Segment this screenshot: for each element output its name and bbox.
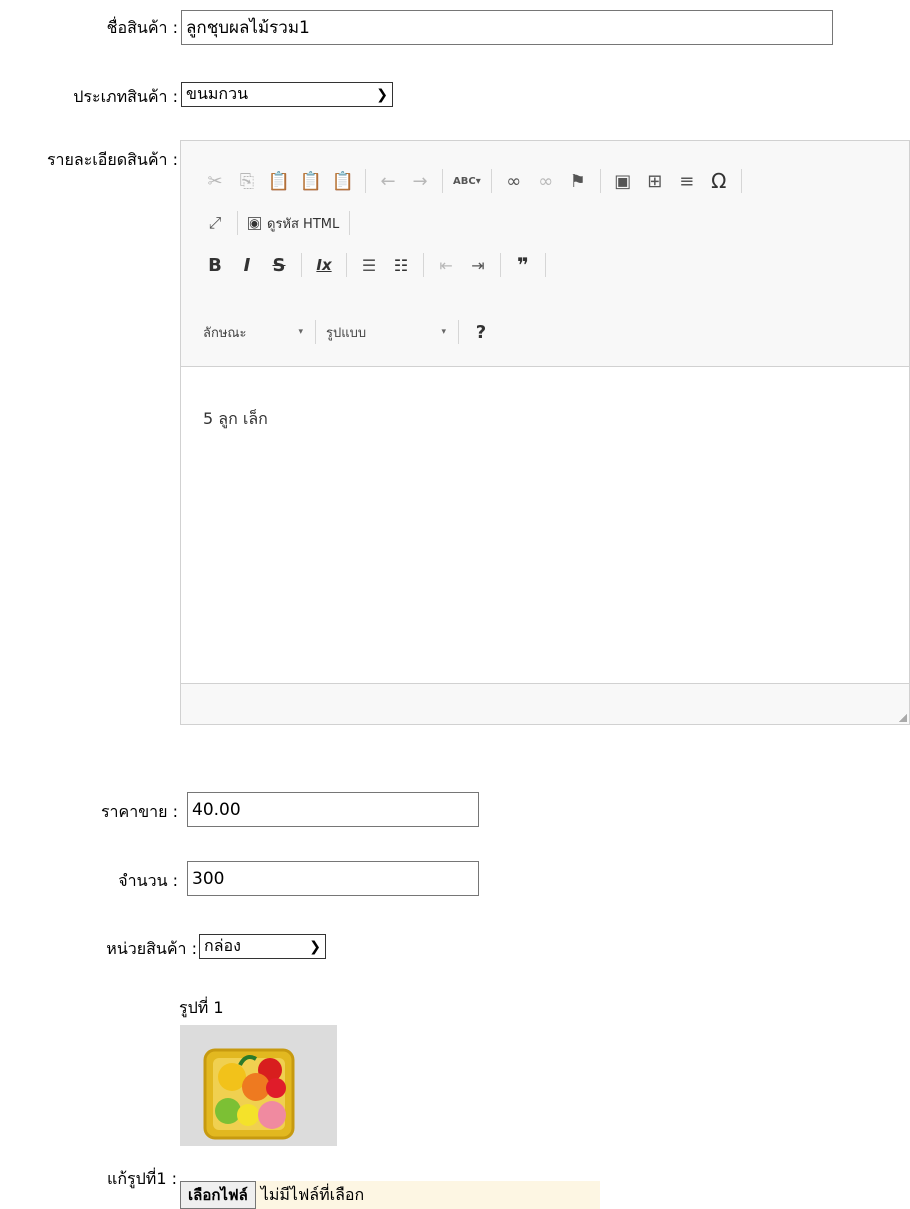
product-name-input[interactable]: ลูกชุบผลไม้รวม1 bbox=[181, 10, 833, 45]
product-image bbox=[180, 1025, 337, 1146]
bulleted-list-icon[interactable]: ☷ bbox=[389, 251, 413, 279]
indent-icon[interactable]: ⇥ bbox=[466, 251, 490, 279]
file-input[interactable]: เลือกไฟล์ ไม่มีไฟล์ที่เลือก bbox=[180, 1181, 600, 1209]
spellcheck-label: ABC bbox=[453, 175, 476, 187]
toolbar-separator bbox=[500, 253, 501, 277]
toolbar-separator bbox=[599, 169, 601, 193]
copy-icon[interactable]: ⎘ bbox=[235, 167, 259, 195]
cut-icon[interactable]: ✂ bbox=[203, 167, 227, 195]
toolbar-row-4: ลักษณะ ▾ รูปแบบ ▾ ? bbox=[203, 317, 501, 347]
view-source-button[interactable]: ◉ ดูรหัส HTML bbox=[248, 209, 339, 237]
toolbar-separator bbox=[458, 320, 459, 344]
numbered-list-icon[interactable]: ☰ bbox=[357, 251, 381, 279]
rich-text-editor: ✂ ⎘ 📋 📋 📋 ← → ABC ▾ ∞ ∞ ⚑ ▣ ⊞ ≡ Ω ⤢ ◉ ดู… bbox=[180, 140, 910, 725]
style-combo[interactable]: รูปแบบ ▾ bbox=[326, 319, 456, 345]
toolbar-separator bbox=[545, 253, 546, 277]
product-name-label: ชื่อสินค้า : bbox=[106, 18, 178, 37]
toolbar-separator bbox=[349, 211, 351, 235]
chevron-down-icon: ❯ bbox=[309, 938, 321, 955]
bold-button[interactable]: B bbox=[203, 251, 227, 279]
unit-select[interactable]: กล่อง ❯ bbox=[199, 934, 326, 959]
toolbar-separator bbox=[346, 253, 347, 277]
format-combo-label: ลักษณะ bbox=[203, 325, 247, 341]
price-label: ราคาขาย : bbox=[100, 802, 178, 821]
help-button[interactable]: ? bbox=[469, 318, 493, 346]
remove-format-button[interactable]: Ix bbox=[312, 251, 336, 279]
product-detail-label: รายละเอียดสินค้า : bbox=[46, 150, 178, 169]
editor-content-text: 5 ลูก เล็ก bbox=[203, 409, 268, 428]
edit-image-label: แก้รูปที่1 : bbox=[107, 1169, 177, 1188]
resize-handle-icon[interactable] bbox=[899, 714, 907, 722]
toolbar-separator bbox=[315, 320, 316, 344]
toolbar-separator bbox=[365, 169, 366, 193]
paste-word-icon[interactable]: 📋 bbox=[331, 167, 355, 195]
toolbar-row-1: ✂ ⎘ 📋 📋 📋 ← → ABC ▾ ∞ ∞ ⚑ ▣ ⊞ ≡ Ω bbox=[203, 166, 752, 196]
product-type-select[interactable]: ขนมกวน ❯ bbox=[181, 82, 393, 107]
horizontal-line-icon[interactable]: ≡ bbox=[675, 167, 699, 195]
fruit-basket-image bbox=[180, 1025, 337, 1146]
redo-icon[interactable]: → bbox=[408, 167, 432, 195]
undo-icon[interactable]: ← bbox=[376, 167, 400, 195]
toolbar-separator bbox=[490, 169, 492, 193]
view-source-label: ดูรหัส HTML bbox=[267, 216, 340, 232]
combo-arrow-icon: ▾ bbox=[441, 327, 446, 337]
outdent-icon[interactable]: ⇤ bbox=[434, 251, 458, 279]
toolbar-separator bbox=[237, 211, 238, 235]
italic-button[interactable]: I bbox=[235, 251, 259, 279]
image-caption: รูปที่ 1 bbox=[179, 998, 224, 1017]
paste-text-icon[interactable]: 📋 bbox=[299, 167, 323, 195]
unit-label: หน่วยสินค้า : bbox=[106, 939, 197, 958]
source-icon: ◉ bbox=[248, 216, 261, 230]
link-icon[interactable]: ∞ bbox=[502, 167, 526, 195]
toolbar-separator bbox=[301, 253, 302, 277]
product-type-value: ขนมกวน bbox=[186, 84, 249, 103]
combo-arrow-icon: ▾ bbox=[298, 327, 303, 337]
toolbar-separator bbox=[740, 169, 742, 193]
price-input[interactable]: 40.00 bbox=[187, 792, 479, 827]
maximize-icon[interactable]: ⤢ bbox=[203, 209, 227, 237]
unit-value: กล่อง bbox=[204, 936, 241, 955]
product-type-label: ประเภทสินค้า : bbox=[73, 87, 178, 106]
toolbar-separator bbox=[442, 169, 443, 193]
strikethrough-button[interactable]: S bbox=[267, 251, 291, 279]
editor-status-bar bbox=[181, 683, 909, 724]
file-status-text: ไม่มีไฟล์ที่เลือก bbox=[260, 1184, 365, 1204]
style-combo-label: รูปแบบ bbox=[326, 325, 367, 341]
editor-content-area[interactable]: 5 ลูก เล็ก bbox=[181, 367, 909, 684]
spellcheck-icon[interactable]: ABC ▾ bbox=[453, 167, 481, 195]
table-icon[interactable]: ⊞ bbox=[643, 167, 667, 195]
toolbar-row-2: ⤢ ◉ ดูรหัส HTML bbox=[203, 208, 360, 238]
paste-icon[interactable]: 📋 bbox=[267, 167, 291, 195]
quantity-label: จำนวน : bbox=[118, 871, 178, 890]
editor-toolbar: ✂ ⎘ 📋 📋 📋 ← → ABC ▾ ∞ ∞ ⚑ ▣ ⊞ ≡ Ω ⤢ ◉ ดู… bbox=[181, 141, 909, 367]
unlink-icon[interactable]: ∞ bbox=[534, 167, 558, 195]
anchor-flag-icon[interactable]: ⚑ bbox=[566, 167, 590, 195]
toolbar-row-3: B I S Ix ☰ ☷ ⇤ ⇥ ❞ bbox=[203, 250, 556, 280]
chevron-down-icon: ❯ bbox=[376, 86, 388, 103]
toolbar-separator bbox=[423, 253, 424, 277]
blockquote-button[interactable]: ❞ bbox=[511, 251, 535, 279]
image-icon[interactable]: ▣ bbox=[611, 167, 635, 195]
quantity-input[interactable]: 300 bbox=[187, 861, 479, 896]
choose-file-button[interactable]: เลือกไฟล์ bbox=[180, 1181, 256, 1209]
format-combo[interactable]: ลักษณะ ▾ bbox=[203, 319, 313, 345]
special-char-omega-icon[interactable]: Ω bbox=[707, 167, 731, 195]
